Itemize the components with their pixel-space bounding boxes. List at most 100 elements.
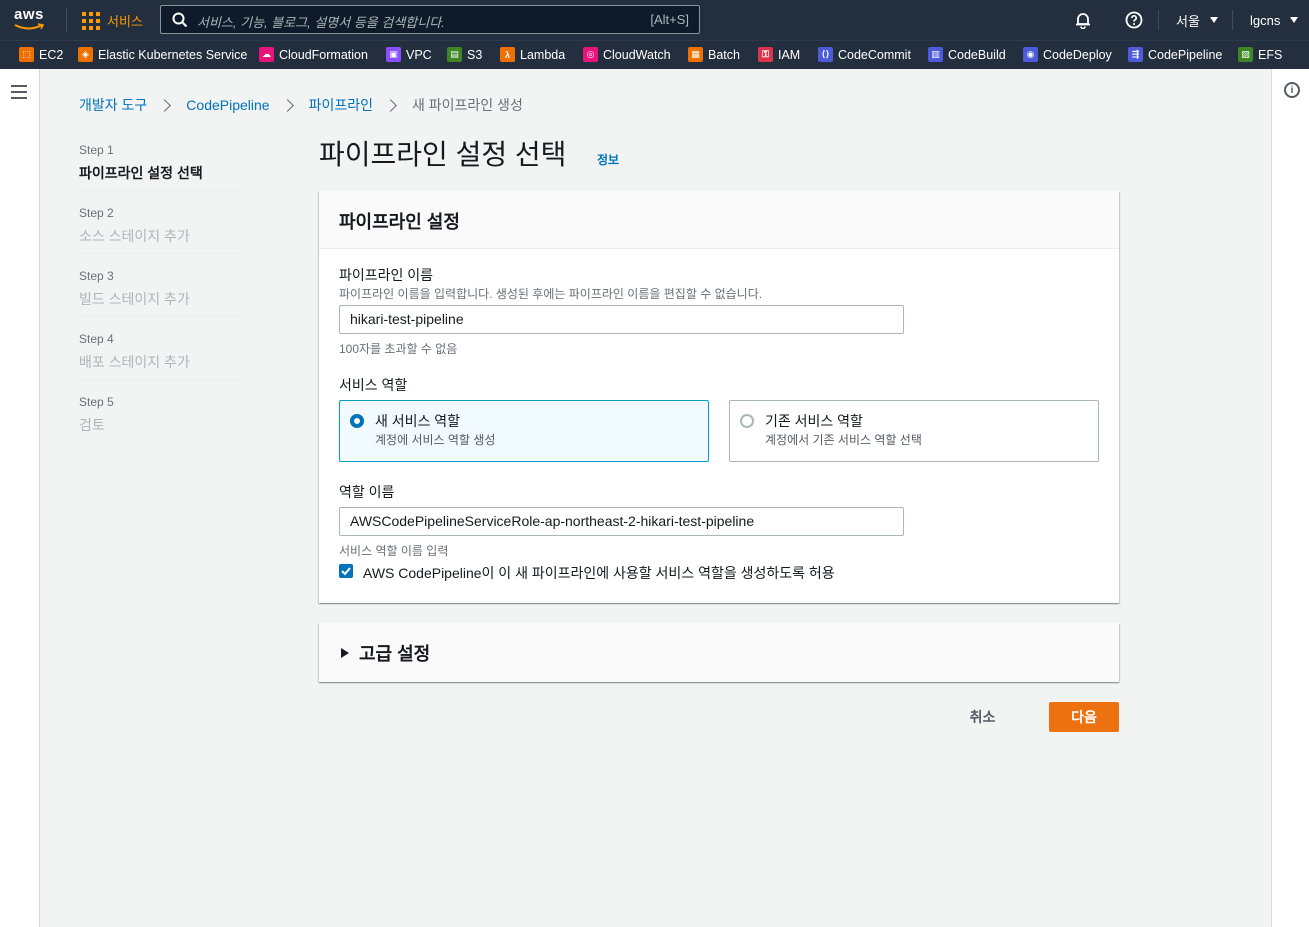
favorite-label: VPC xyxy=(406,47,432,62)
hamburger-menu-icon[interactable] xyxy=(11,85,27,103)
favorite-label: Elastic Kubernetes Service xyxy=(98,47,248,62)
search-shortcut: [Alt+S] xyxy=(650,12,689,27)
search-placeholder: 서비스, 기능, 블로그, 설명서 등을 검색합니다. xyxy=(197,15,445,30)
codepipeline-icon: ⇶ xyxy=(1128,47,1143,62)
favorite-label: Lambda xyxy=(520,47,566,62)
existing-service-role-description: 계정에서 기존 서비스 역할 선택 xyxy=(765,433,922,447)
cloudformation-icon: ☁ xyxy=(259,47,274,62)
step-name: 파이프라인 설정 선택 xyxy=(79,165,203,181)
step-number: Step 5 xyxy=(79,395,114,409)
new-service-role-tile[interactable]: 새 서비스 역할 계정에 서비스 역할 생성 xyxy=(339,400,709,462)
favorite-label: EC2 xyxy=(39,47,64,62)
help-icon xyxy=(1125,11,1143,29)
favorite-vpc[interactable]: ▣ VPC xyxy=(386,47,432,62)
aws-logo[interactable]: aws xyxy=(14,7,54,35)
pipeline-name-description: 파이프라인 이름을 입력합니다. 생성된 후에는 파이프라인 이름을 편집할 수… xyxy=(339,287,763,301)
codebuild-icon: ▥ xyxy=(928,47,943,62)
step-divider xyxy=(79,379,239,380)
account-menu[interactable]: lgcns xyxy=(1250,0,1299,40)
help-button[interactable] xyxy=(1125,0,1143,40)
right-tools-rail: i xyxy=(1271,69,1309,927)
step-name: 빌드 스테이지 추가 xyxy=(79,291,190,307)
step-number: Step 3 xyxy=(79,269,114,283)
breadcrumb-developer-tools[interactable]: 개발자 도구 xyxy=(79,95,147,115)
role-name-input[interactable]: AWSCodePipelineServiceRole-ap-northeast-… xyxy=(339,507,904,536)
favorite-iam[interactable]: ⚿ IAM xyxy=(758,47,800,62)
existing-service-role-tile[interactable]: 기존 서비스 역할 계정에서 기존 서비스 역할 선택 xyxy=(729,400,1099,462)
cloudwatch-icon: ◎ xyxy=(583,47,598,62)
wizard-step-1: Step 1 파이프라인 설정 선택 xyxy=(79,142,239,205)
favorite-ec2[interactable]: ⬚ EC2 xyxy=(19,47,63,62)
iam-icon: ⚿ xyxy=(758,47,773,62)
favorite-codedeploy[interactable]: ◉ CodeDeploy xyxy=(1023,47,1112,62)
favorite-batch[interactable]: ▦ Batch xyxy=(688,47,740,62)
wizard-step-5: Step 5 검토 xyxy=(79,394,239,457)
breadcrumb-pipelines[interactable]: 파이프라인 xyxy=(309,95,373,115)
page-title: 파이프라인 설정 선택 xyxy=(319,139,567,170)
chevron-right-icon xyxy=(280,98,294,112)
s3-icon: ▤ xyxy=(447,47,462,62)
role-name-label: 역할 이름 xyxy=(339,484,395,500)
services-grid-icon xyxy=(82,11,100,30)
favorite-codecommit[interactable]: ⟨⟩ CodeCommit xyxy=(818,47,911,62)
pipeline-name-constraint: 100자를 초과할 수 없음 xyxy=(339,342,458,356)
favorites-bar: ⬚ EC2 ◈ Elastic Kubernetes Service ☁ CloudF… xyxy=(0,40,1309,69)
favorite-efs[interactable]: ▧ EFS xyxy=(1238,47,1282,62)
region-selector[interactable]: 서울 xyxy=(1176,0,1218,40)
radio-unselected[interactable] xyxy=(740,414,754,428)
nav-divider xyxy=(1158,10,1159,30)
advanced-settings-toggle[interactable]: 고급 설정 xyxy=(341,640,430,666)
vpc-icon: ▣ xyxy=(386,47,401,62)
advanced-settings-container: 고급 설정 xyxy=(319,623,1119,682)
favorite-label: Batch xyxy=(708,47,740,62)
role-name-constraint: 서비스 역할 이름 입력 xyxy=(339,544,449,558)
allow-role-creation-label: AWS CodePipeline이 이 새 파이프라인에 사용할 서비스 역할을… xyxy=(363,565,835,581)
info-link[interactable]: 정보 xyxy=(597,151,619,168)
codedeploy-icon: ◉ xyxy=(1023,47,1038,62)
step-divider xyxy=(79,190,239,191)
next-button[interactable]: 다음 xyxy=(1049,702,1119,732)
caret-down-icon xyxy=(1209,17,1218,23)
breadcrumb-current: 새 파이프라인 생성 xyxy=(412,97,523,113)
account-label: lgcns xyxy=(1250,12,1281,28)
step-number: Step 4 xyxy=(79,332,114,346)
pipeline-name-input[interactable]: hikari-test-pipeline xyxy=(339,305,904,334)
breadcrumb-codepipeline[interactable]: CodePipeline xyxy=(186,97,269,113)
ec2-icon: ⬚ xyxy=(19,47,34,62)
global-search-input[interactable]: 서비스, 기능, 블로그, 설명서 등을 검색합니다. [Alt+S] xyxy=(160,5,700,34)
search-icon xyxy=(172,12,188,28)
cancel-button[interactable]: 취소 xyxy=(950,702,1015,732)
step-number: Step 1 xyxy=(79,143,114,157)
favorite-label: CodePipeline xyxy=(1148,47,1223,62)
favorite-s3[interactable]: ▤ S3 xyxy=(447,47,482,62)
aws-logo-text: aws xyxy=(14,6,44,23)
services-label: 서비스 xyxy=(107,14,143,29)
allow-role-creation-checkbox[interactable] xyxy=(339,564,353,578)
services-menu-button[interactable]: 서비스 xyxy=(82,11,143,30)
wizard-step-2: Step 2 소스 스테이지 추가 xyxy=(79,205,239,268)
step-name: 배포 스테이지 추가 xyxy=(79,354,190,370)
left-navigation-rail xyxy=(0,69,40,927)
aws-smile-icon xyxy=(14,23,44,30)
region-label: 서울 xyxy=(1176,13,1200,29)
favorite-lambda[interactable]: λ Lambda xyxy=(500,47,565,62)
efs-icon: ▧ xyxy=(1238,47,1253,62)
radio-selected[interactable] xyxy=(350,414,364,428)
info-icon[interactable]: i xyxy=(1284,82,1300,98)
favorite-label: S3 xyxy=(467,47,483,62)
notifications-button[interactable] xyxy=(1074,0,1092,40)
step-divider xyxy=(79,253,239,254)
favorite-codepipeline[interactable]: ⇶ CodePipeline xyxy=(1128,47,1222,62)
favorite-label: CodeCommit xyxy=(838,47,911,62)
favorite-eks[interactable]: ◈ Elastic Kubernetes Service xyxy=(78,47,247,62)
checkmark-icon xyxy=(341,567,351,576)
step-name: 소스 스테이지 추가 xyxy=(79,228,190,244)
favorite-label: CodeBuild xyxy=(948,47,1006,62)
nav-divider xyxy=(1232,10,1233,30)
favorite-codebuild[interactable]: ▥ CodeBuild xyxy=(928,47,1006,62)
step-number: Step 2 xyxy=(79,206,114,220)
favorite-cloudwatch[interactable]: ◎ CloudWatch xyxy=(583,47,671,62)
top-navigation: aws 서비스 서비스, 기능, 블로그, 설명서 등을 검색합니다. [Alt… xyxy=(0,0,1309,40)
favorite-cloudformation[interactable]: ☁ CloudFormation xyxy=(259,47,368,62)
favorite-label: IAM xyxy=(778,47,801,62)
